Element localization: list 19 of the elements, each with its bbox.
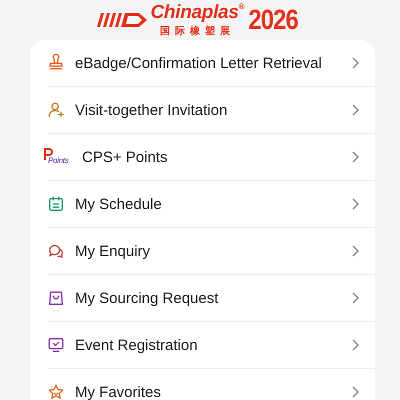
stamp-icon (47, 54, 65, 72)
logo-stripes-icon (97, 13, 148, 27)
brand-subtitle: 国际橡塑展 (160, 24, 235, 38)
menu-item[interactable]: Visit-together Invitation (48, 87, 375, 134)
star-icon (47, 383, 65, 400)
menu-item[interactable]: My Enquiry (48, 228, 375, 275)
menu-item[interactable]: My Favorites (48, 369, 375, 400)
brand-name: Chinaplas® (150, 2, 244, 24)
menu-item[interactable]: Points CPS+ Points (48, 134, 375, 181)
add-person-icon (47, 101, 65, 119)
bag-icon (47, 289, 65, 307)
event-year: 2026 (248, 4, 298, 36)
menu-item[interactable]: Event Registration (48, 322, 375, 369)
chat-icon (47, 242, 65, 260)
menu-item[interactable]: eBadge/Confirmation Letter Retrieval (48, 40, 375, 87)
calendar-icon (47, 195, 65, 213)
menu-item[interactable]: My Sourcing Request (48, 275, 375, 322)
menu-item[interactable]: My Schedule (48, 181, 375, 228)
monitor-icon (47, 336, 65, 354)
